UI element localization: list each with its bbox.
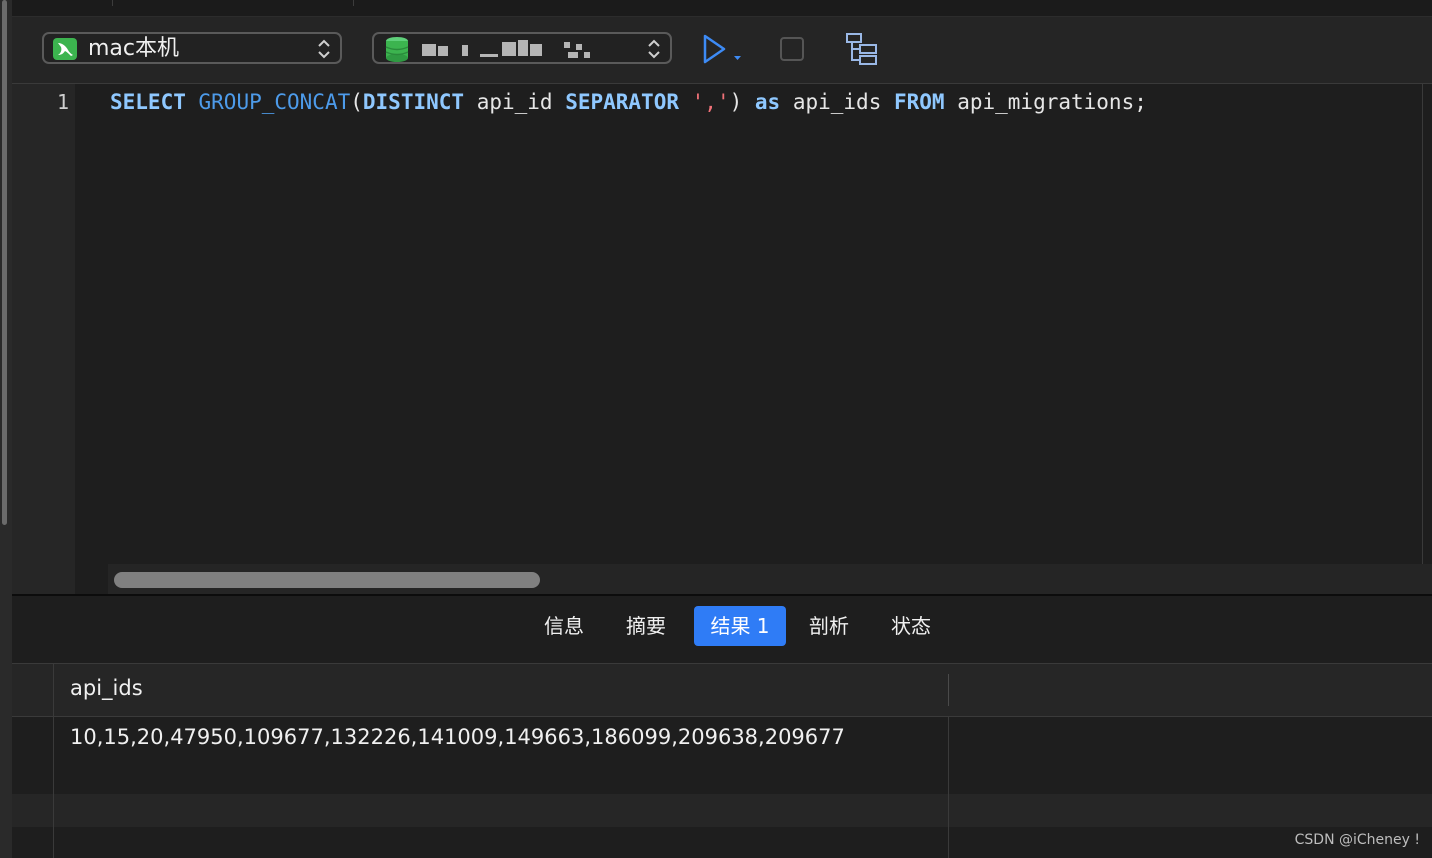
code-token-keyword: SELECT [110,90,186,114]
column-resize-handle[interactable] [948,674,949,706]
stop-icon [780,37,804,61]
code-token-identifier: api_id [464,90,566,114]
database-icon [385,37,409,62]
result-grid: api_ids 10,15,20,47950,109677,132226,141… [12,664,1432,858]
code-token-identifier: api_migrations; [944,90,1147,114]
line-number-gutter: 1 [12,84,75,594]
chevron-updown-icon [648,39,660,59]
code-token-keyword: DISTINCT [362,90,465,114]
code-token-keyword: FROM [893,90,945,114]
sql-editor[interactable]: 1 SELECT GROUP_CONCAT(DISTINCT api_id SE… [12,84,1432,594]
database-selector[interactable] [372,32,672,64]
top-tab-strip [12,0,1432,17]
column-header-api-ids[interactable]: api_ids [70,676,143,700]
code-token-string: ',' [691,90,730,114]
left-scrollbar-thumb[interactable] [2,0,7,525]
result-tabs: 信息 摘要 结果 1 剖析 状态 [12,596,1432,664]
table-row[interactable]: 10,15,20,47950,109677,132226,141009,1496… [54,717,1432,793]
editor-horizontal-scrollbar-thumb[interactable] [114,572,540,588]
mysql-connection-icon [53,38,77,60]
code-token-function: GROUP_CONCAT [198,90,351,114]
connection-label: mac本机 [88,36,180,61]
run-query-button[interactable] [702,32,742,66]
watermark: CSDN @iCheney ! [1294,832,1420,848]
explain-tree-icon [846,33,877,65]
line-number: 1 [56,90,69,114]
connection-selector[interactable]: mac本机 [42,32,342,64]
query-toolbar: mac本机 [12,17,1432,84]
play-icon [703,34,726,64]
code-token-punct: ( [350,90,363,114]
code-token-keyword: as [754,90,781,114]
chevron-down-icon [734,56,741,60]
explain-button[interactable] [842,32,882,66]
tab-result-1[interactable]: 结果 1 [694,606,786,646]
code-token-punct: ) [729,90,755,114]
empty-row [12,794,1432,827]
tab-profile[interactable]: 剖析 [793,606,865,646]
row-number-column [12,664,54,858]
table-cell[interactable]: 10,15,20,47950,109677,132226,141009,1496… [70,725,845,749]
grid-header: api_ids [12,664,1432,717]
tab-info[interactable]: 信息 [528,606,600,646]
tab-summary[interactable]: 摘要 [610,606,682,646]
editor-vertical-scrollbar[interactable] [1422,84,1423,564]
code-token-keyword: SEPARATOR [565,90,679,114]
code-token-identifier: api_ids [780,90,894,114]
tab-status[interactable]: 状态 [875,606,947,646]
tab-separator [112,0,113,6]
code-line[interactable]: SELECT GROUP_CONCAT(DISTINCT api_id SEPA… [110,90,1147,114]
chevron-updown-icon [318,39,330,59]
database-label-redacted [422,40,592,60]
tab-separator [353,0,354,6]
stop-query-button[interactable] [774,32,814,66]
editor-horizontal-scrollbar[interactable] [108,564,1432,594]
